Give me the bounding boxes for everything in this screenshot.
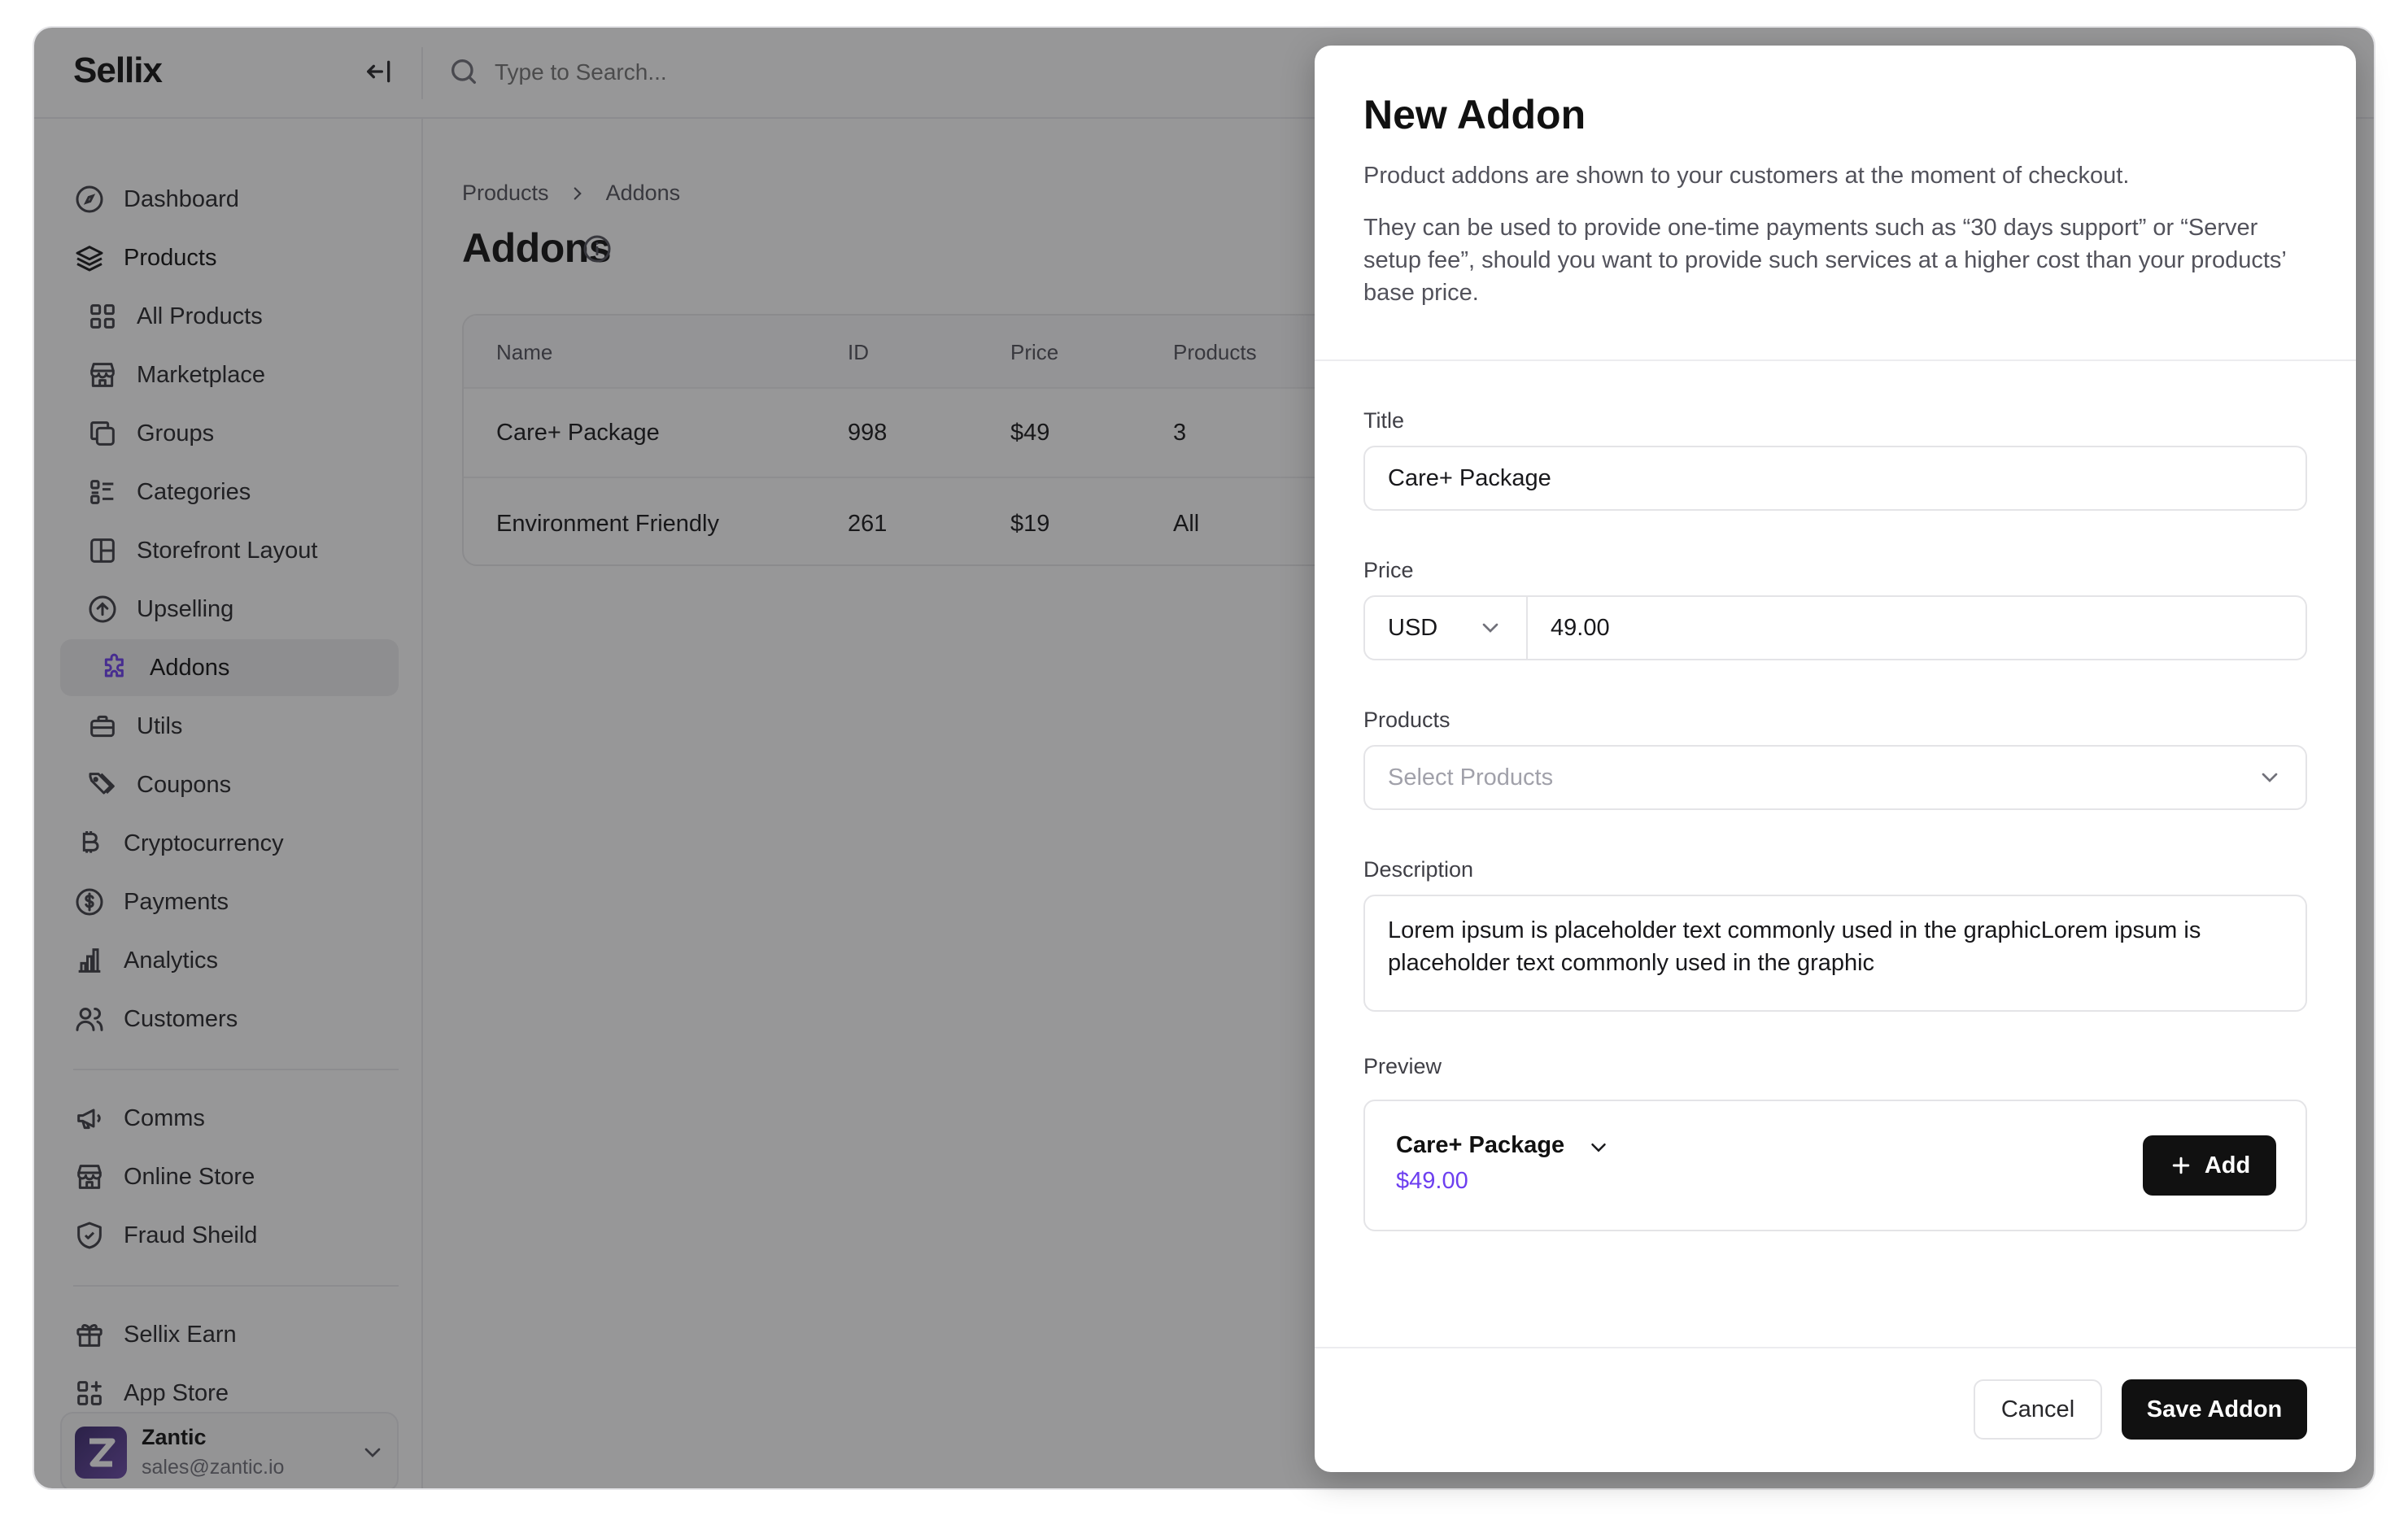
- preview-addon-price: $49.00: [1396, 1168, 1468, 1194]
- description-textarea[interactable]: Lorem ipsum is placeholder text commonly…: [1363, 895, 2307, 1012]
- products-select[interactable]: Select Products: [1363, 745, 2307, 810]
- new-addon-modal: New Addon Product addons are shown to yo…: [1315, 46, 2356, 1472]
- currency-value: USD: [1388, 615, 1438, 641]
- add-button-label: Add: [2204, 1152, 2251, 1178]
- divider: [1315, 359, 2356, 361]
- description-label: Description: [1363, 857, 1474, 882]
- addon-preview-card: Care+ Package $49.00 Add: [1363, 1100, 2307, 1231]
- title-input[interactable]: Care+ Package: [1363, 446, 2307, 511]
- save-addon-button[interactable]: Save Addon: [2122, 1379, 2307, 1440]
- modal-title: New Addon: [1363, 92, 1586, 137]
- products-placeholder: Select Products: [1388, 764, 1554, 791]
- cancel-button[interactable]: Cancel: [1974, 1379, 2102, 1440]
- preview-add-button[interactable]: Add: [2143, 1135, 2276, 1196]
- description-value: Lorem ipsum is placeholder text commonly…: [1388, 917, 2201, 976]
- price-label: Price: [1363, 558, 1414, 582]
- price-field: USD 49.00: [1363, 595, 2307, 660]
- title-value: Care+ Package: [1388, 465, 1551, 491]
- currency-select[interactable]: USD: [1365, 597, 1528, 659]
- preview-label: Preview: [1363, 1054, 1442, 1078]
- modal-description-detail: They can be used to provide one-time pay…: [1363, 215, 2286, 306]
- preview-addon-name: Care+ Package: [1396, 1132, 1565, 1158]
- plus-icon: [2169, 1153, 2193, 1178]
- modal-description: Product addons are shown to your custome…: [1363, 163, 2130, 189]
- chevron-down-icon: [2257, 764, 2283, 791]
- products-label: Products: [1363, 708, 1450, 732]
- title-label: Title: [1363, 408, 1405, 433]
- chevron-down-icon: [1477, 615, 1503, 641]
- divider: [1315, 1347, 2356, 1348]
- price-input[interactable]: 49.00: [1551, 615, 1610, 642]
- chevron-down-icon[interactable]: [1586, 1135, 1611, 1160]
